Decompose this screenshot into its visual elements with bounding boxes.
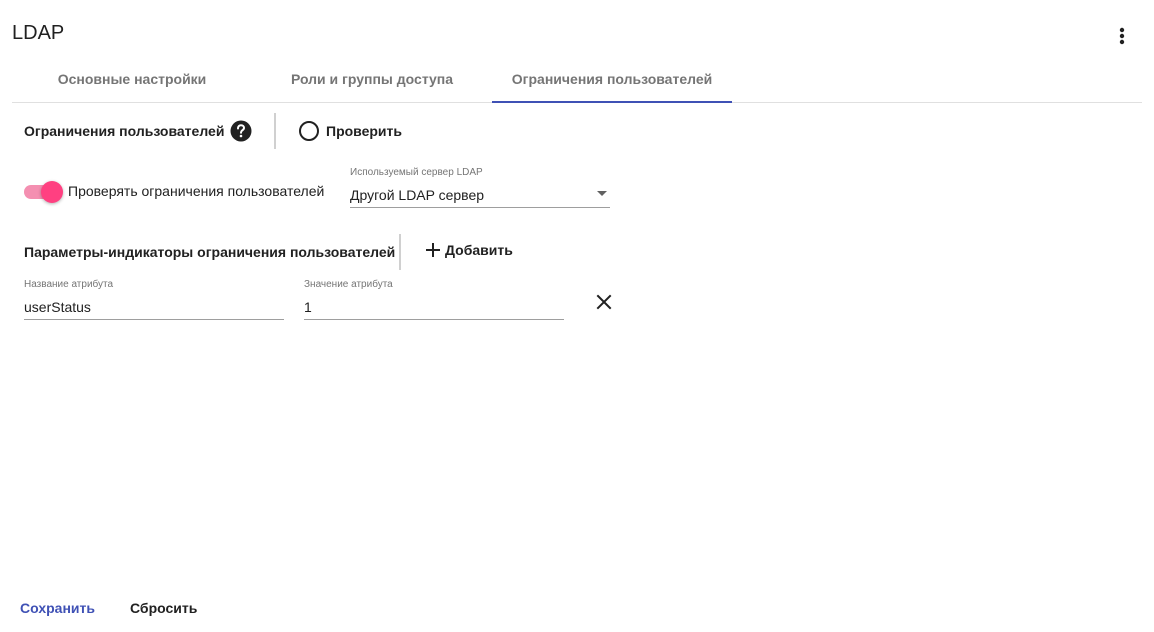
dropdown-arrow-icon bbox=[597, 191, 607, 196]
attribute-name-value: userStatus bbox=[24, 299, 91, 315]
plus-icon bbox=[426, 243, 440, 257]
params-title: Параметры-индикаторы ограничения пользов… bbox=[24, 244, 396, 260]
attribute-name-field[interactable]: Название атрибута userStatus bbox=[24, 279, 284, 320]
ldap-server-label: Используемый сервер LDAP bbox=[350, 167, 483, 178]
attribute-value-value: 1 bbox=[304, 299, 312, 315]
divider bbox=[399, 234, 401, 270]
add-button[interactable]: Добавить bbox=[425, 242, 513, 258]
help-icon[interactable] bbox=[230, 120, 252, 142]
ldap-settings-page: LDAP Основные настройки Роли и группы до… bbox=[0, 0, 1154, 632]
more-vert-icon bbox=[1119, 27, 1125, 45]
underline bbox=[304, 319, 564, 320]
toggle-thumb bbox=[41, 181, 63, 203]
radio-circle-icon bbox=[299, 121, 319, 141]
attribute-value-field[interactable]: Значение атрибута 1 bbox=[304, 279, 564, 320]
more-menu-button[interactable] bbox=[1108, 22, 1136, 50]
close-icon[interactable] bbox=[594, 292, 614, 312]
toggle-label: Проверять ограничения пользователей bbox=[68, 183, 325, 199]
attribute-name-label: Название атрибута bbox=[24, 279, 114, 290]
restrictions-title: Ограничения пользователей bbox=[24, 123, 225, 139]
save-button[interactable]: Сохранить bbox=[20, 600, 95, 616]
tab-user-restrictions[interactable]: Ограничения пользователей bbox=[492, 56, 732, 102]
tab-basic-settings[interactable]: Основные настройки bbox=[12, 56, 252, 102]
check-button-label: Проверить bbox=[326, 123, 402, 139]
tab-bar: Основные настройки Роли и группы доступа… bbox=[12, 56, 1142, 103]
active-tab-indicator bbox=[492, 101, 732, 103]
check-restrictions-toggle[interactable] bbox=[24, 181, 63, 203]
ldap-server-value: Другой LDAP сервер bbox=[350, 187, 485, 203]
divider bbox=[274, 113, 276, 149]
check-button[interactable]: Проверить bbox=[298, 120, 402, 142]
tab-roles-groups[interactable]: Роли и группы доступа bbox=[252, 56, 492, 102]
underline bbox=[24, 319, 284, 320]
add-button-label: Добавить bbox=[445, 242, 513, 258]
underline bbox=[350, 207, 610, 208]
page-title: LDAP bbox=[12, 22, 65, 44]
attribute-value-label: Значение атрибута bbox=[304, 279, 393, 290]
reset-button[interactable]: Сбросить bbox=[130, 600, 197, 616]
ldap-server-select[interactable]: Используемый сервер LDAP Другой LDAP сер… bbox=[350, 167, 610, 208]
